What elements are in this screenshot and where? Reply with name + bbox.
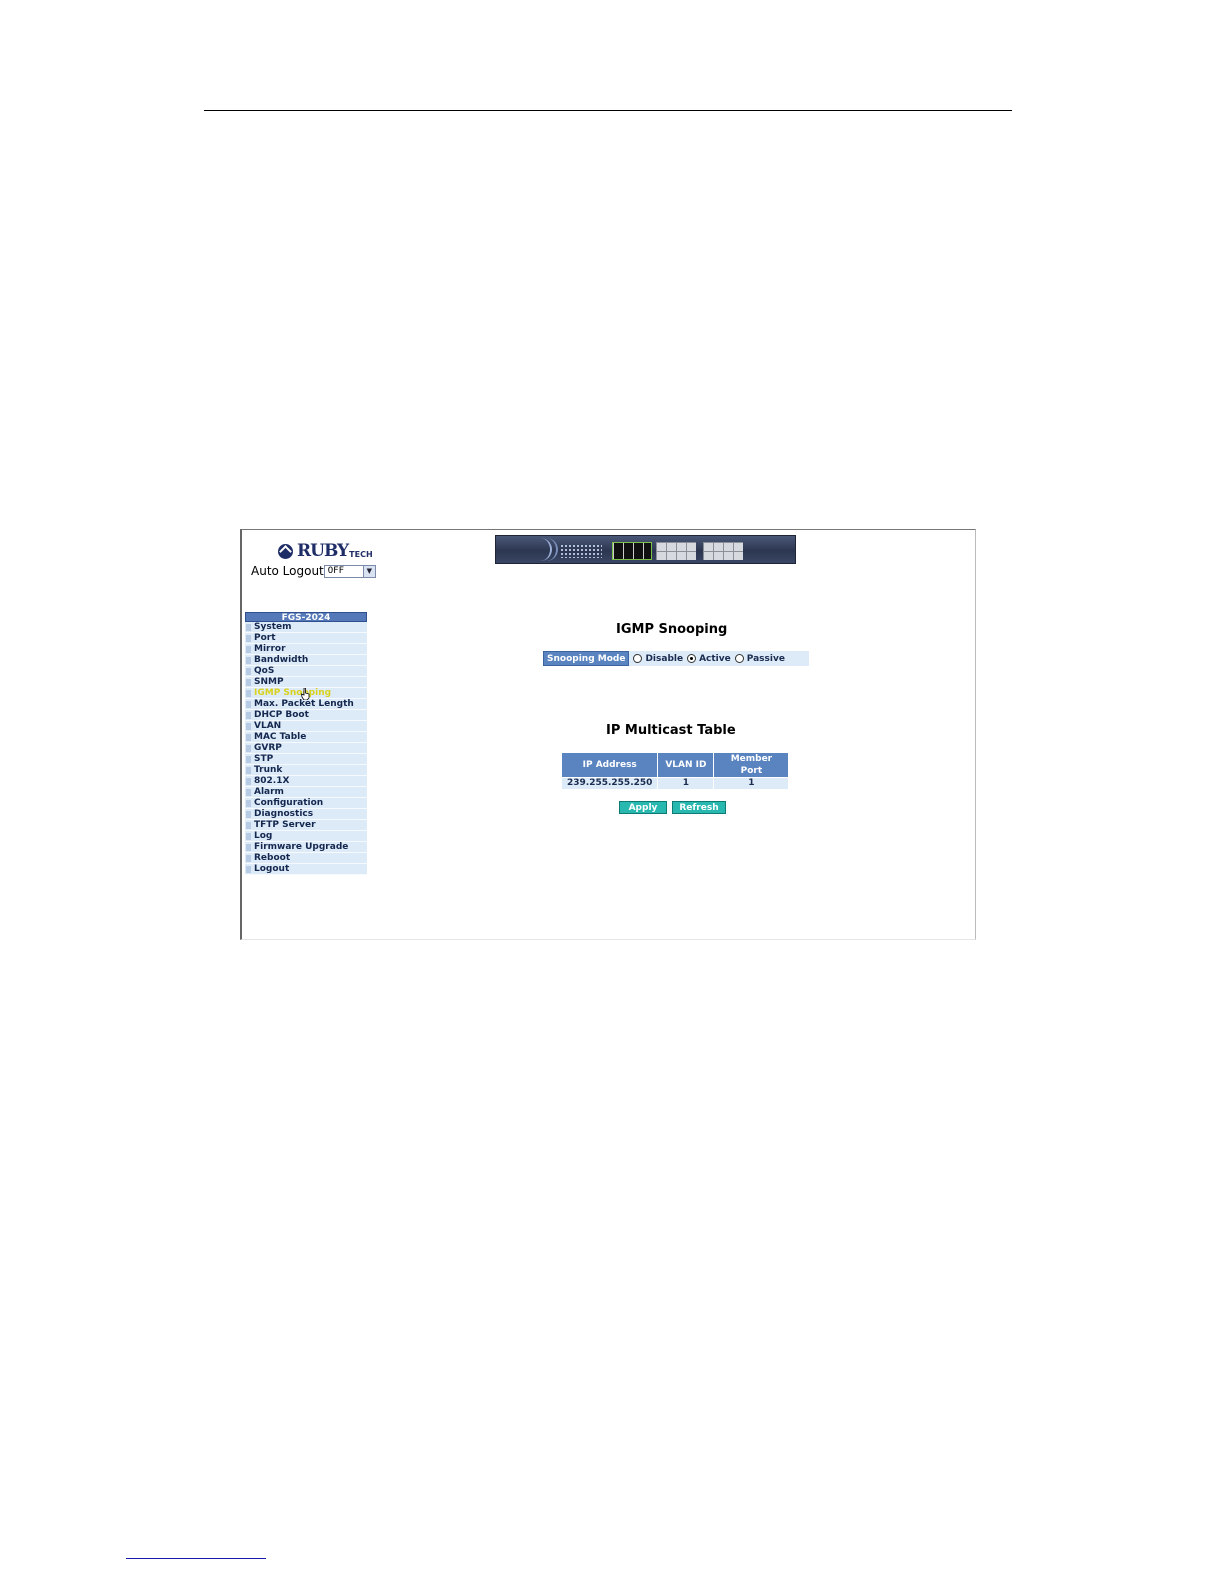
- sidebar-item-port[interactable]: Port: [245, 633, 367, 644]
- refresh-button[interactable]: Refresh: [672, 801, 726, 814]
- logo-suffix: TECH: [349, 549, 373, 559]
- sidebar-item-logout[interactable]: Logout: [245, 864, 367, 875]
- cell-member-port: 1: [713, 777, 790, 790]
- auto-logout-control: Auto Logout OFF ▼: [251, 564, 376, 578]
- auto-logout-label: Auto Logout: [251, 564, 324, 578]
- table-header-row: IP Address VLAN ID Member Port: [560, 752, 790, 778]
- ruby-logo-icon: [278, 543, 293, 559]
- sidebar-item-max-packet-length[interactable]: Max. Packet Length: [245, 699, 367, 710]
- table-row: 239.255.255.250 1 1: [560, 777, 790, 790]
- ruby-tech-logo: RUBY TECH: [278, 541, 373, 561]
- radio-passive-label: Passive: [746, 653, 785, 664]
- sidebar-item-gvrp[interactable]: GVRP: [245, 743, 367, 754]
- radio-passive[interactable]: Passive: [734, 653, 785, 664]
- sidebar-item-firmware-upgrade[interactable]: Firmware Upgrade: [245, 842, 367, 853]
- auto-logout-value: OFF: [327, 566, 345, 576]
- menu-header: FGS-2024: [245, 612, 367, 623]
- sidebar-item-bandwidth[interactable]: Bandwidth: [245, 655, 367, 666]
- sidebar-item-snmp[interactable]: SNMP: [245, 677, 367, 688]
- column-ip-address: IP Address: [560, 752, 659, 778]
- radio-disable[interactable]: Disable: [633, 654, 683, 664]
- sfp-ports: [656, 542, 696, 560]
- page-header-rule: [204, 110, 1012, 111]
- logo-text: RUBY: [297, 541, 349, 561]
- sidebar-item-802-1x[interactable]: 802.1X: [245, 776, 367, 787]
- ip-multicast-table-title: IP Multicast Table: [606, 723, 736, 738]
- sidebar-menu: FGS-2024 System Port Mirror Bandwidth QoS SNM…: [245, 612, 367, 875]
- sidebar-item-tftp-server[interactable]: TFTP Server: [245, 820, 367, 831]
- sidebar-item-configuration[interactable]: Configuration: [245, 798, 367, 809]
- sidebar-item-system[interactable]: System: [245, 622, 367, 633]
- snooping-mode-label: Snooping Mode: [543, 651, 630, 666]
- sidebar-item-stp[interactable]: STP: [245, 754, 367, 765]
- radio-passive-input[interactable]: [734, 654, 744, 663]
- port-leds: [560, 544, 602, 558]
- cell-vlan-id: 1: [657, 777, 715, 790]
- radio-active-label: Active: [699, 653, 731, 664]
- sidebar-item-trunk[interactable]: Trunk: [245, 765, 367, 776]
- web-ui-screenshot: RUBY TECH Auto Logout OFF ▼ FGS-2024 Sys…: [240, 529, 976, 940]
- radio-active[interactable]: Active: [687, 654, 731, 664]
- radio-active-input[interactable]: [687, 654, 697, 663]
- ip-multicast-table: IP Address VLAN ID Member Port 239.255.2…: [560, 752, 790, 790]
- banner-arc: [538, 538, 558, 561]
- apply-button[interactable]: Apply: [619, 801, 667, 814]
- sfp-ports: [703, 542, 743, 560]
- sidebar-item-qos[interactable]: QoS: [245, 666, 367, 677]
- chevron-down-icon[interactable]: ▼: [362, 565, 375, 577]
- sidebar-item-alarm[interactable]: Alarm: [245, 787, 367, 798]
- radio-disable-label: Disable: [645, 653, 684, 664]
- sidebar-item-reboot[interactable]: Reboot: [245, 853, 367, 864]
- snooping-mode-row: Snooping Mode Disable Active Passive: [543, 651, 809, 666]
- sidebar-item-mac-table[interactable]: MAC Table: [245, 732, 367, 743]
- column-vlan-id: VLAN ID: [657, 752, 715, 778]
- rj45-ports: [612, 542, 652, 560]
- footnote-link-rule: [126, 1558, 266, 1559]
- sidebar-item-vlan[interactable]: VLAN: [245, 721, 367, 732]
- switch-front-panel-image: [495, 535, 796, 564]
- hand-cursor-icon: [301, 688, 310, 700]
- radio-disable-input[interactable]: [633, 654, 643, 663]
- menu-items: System Port Mirror Bandwidth QoS SNMP IGMP Sno…: [245, 622, 367, 875]
- cell-ip-address: 239.255.255.250: [560, 777, 659, 790]
- sidebar-item-mirror[interactable]: Mirror: [245, 644, 367, 655]
- auto-logout-select[interactable]: OFF ▼: [323, 564, 376, 578]
- sidebar-item-log[interactable]: Log: [245, 831, 367, 842]
- igmp-snooping-title: IGMP Snooping: [616, 622, 728, 637]
- column-member-port: Member Port: [713, 752, 790, 778]
- sidebar-item-dhcp-boot[interactable]: DHCP Boot: [245, 710, 367, 721]
- sidebar-item-diagnostics[interactable]: Diagnostics: [245, 809, 367, 820]
